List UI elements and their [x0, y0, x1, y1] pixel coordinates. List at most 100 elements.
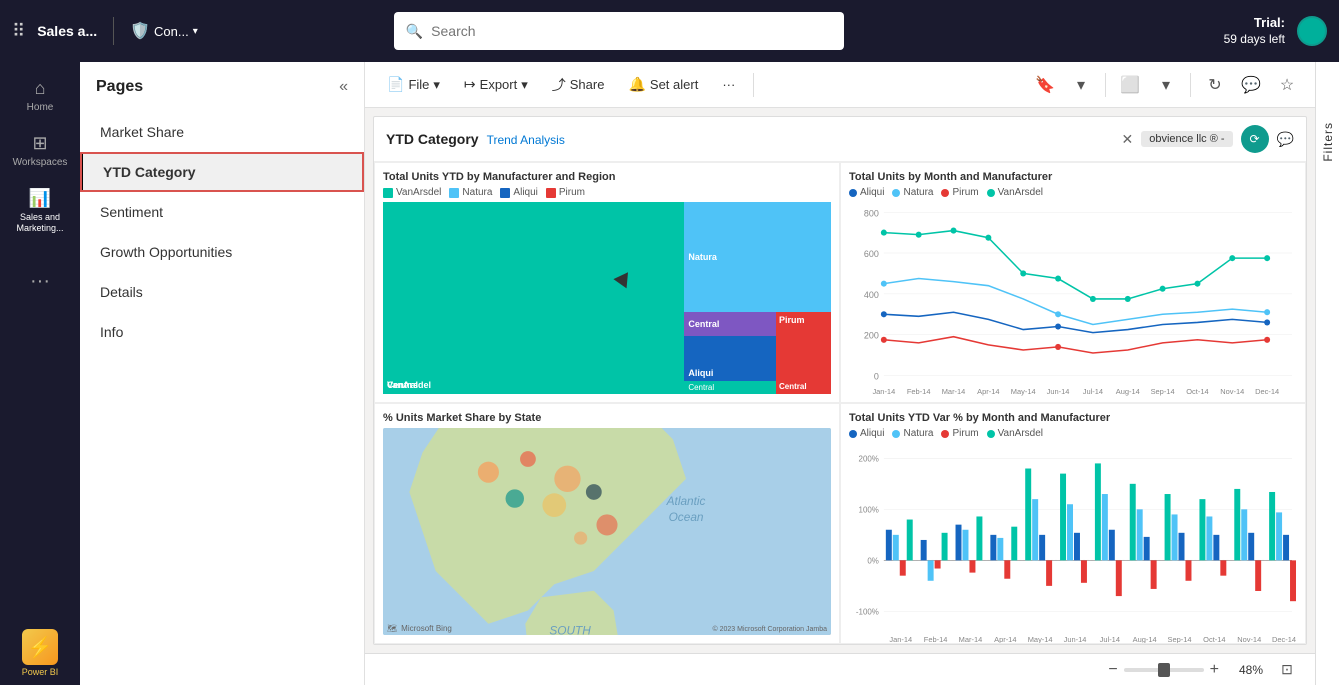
filters-label: Filters — [1321, 122, 1335, 162]
comment-icon[interactable]: 💬 — [1277, 131, 1294, 148]
zoom-in-button[interactable]: + — [1210, 661, 1219, 679]
bookmark-button[interactable]: 🔖 — [1029, 69, 1061, 101]
treemap-vanarsdel-segment[interactable]: VanArsdel Central — [383, 202, 684, 394]
line-chart[interactable]: 800 600 400 200 0 — [849, 202, 1297, 403]
page-item-details[interactable]: Details — [80, 272, 364, 312]
svg-text:Aug-14: Aug-14 — [1133, 635, 1157, 644]
file-label: File — [408, 77, 429, 92]
legend-color — [500, 188, 510, 198]
treemap-central-aliqui: Central Aliqui Central — [684, 312, 776, 394]
svg-text:800: 800 — [864, 208, 879, 218]
zoom-slider[interactable] — [1124, 668, 1204, 672]
treemap-aliqui-segment[interactable]: Aliqui — [684, 336, 776, 381]
refresh-button[interactable]: ↻ — [1199, 69, 1231, 101]
svg-text:Jan-14: Jan-14 — [889, 635, 912, 644]
map-chart[interactable]: Atlantic Ocean SOUTH AMERICA 🗺 Microsoft… — [383, 428, 831, 635]
more-items[interactable]: ··· — [30, 270, 50, 293]
legend-vanarsdel: VanArsdel — [987, 428, 1043, 439]
chat-button[interactable]: 💬 — [1235, 69, 1267, 101]
legend-label: Natura — [903, 187, 933, 198]
treemap-chart[interactable]: VanArsdel Central Natura Central — [383, 202, 831, 394]
legend-aliqui: Aliqui — [849, 187, 884, 198]
bar-chart-panel: Total Units YTD Var % by Month and Manuf… — [840, 403, 1306, 644]
left-nav: ⌂ Home ⊞ Workspaces 📊 Sales and Marketin… — [0, 62, 80, 685]
svg-text:Atlantic: Atlantic — [666, 494, 706, 508]
report-title-area: YTD Category Trend Analysis — [386, 131, 565, 147]
workspace-selector[interactable]: 🛡️ Con... ▾ — [130, 21, 198, 41]
svg-text:Oct-14: Oct-14 — [1186, 387, 1208, 396]
line-chart-title: Total Units by Month and Manufacturer — [849, 171, 1297, 183]
grid-icon[interactable]: ⠿ — [12, 21, 25, 42]
legend-color — [987, 189, 995, 197]
workspaces-icon: ⊞ — [32, 133, 47, 154]
filters-panel[interactable]: Filters — [1315, 62, 1339, 685]
close-icon[interactable]: ✕ — [1121, 131, 1133, 148]
legend-label: VanArsdel — [998, 428, 1043, 439]
sidebar-item-home[interactable]: ⌂ Home — [4, 70, 76, 121]
collapse-pages-icon[interactable]: « — [339, 78, 348, 96]
legend-aliqui: Aliqui — [500, 187, 537, 198]
legend-label: Aliqui — [860, 187, 884, 198]
svg-text:Aug-14: Aug-14 — [1116, 387, 1140, 396]
export-label: Export — [480, 77, 518, 92]
bar-chart-title: Total Units YTD Var % by Month and Manuf… — [849, 412, 1297, 424]
page-item-info[interactable]: Info — [80, 312, 364, 352]
set-alert-label: Set alert — [650, 77, 698, 92]
set-alert-button[interactable]: 🔔 Set alert — [618, 70, 708, 99]
more-button[interactable]: ··· — [712, 71, 745, 98]
aliqui-label: Aliqui — [688, 368, 713, 378]
bar-chart[interactable]: 200% 100% 0% -100% — [849, 443, 1297, 644]
app-name[interactable]: Sales a... — [37, 23, 97, 39]
zoom-fit-button[interactable]: ⊡ — [1271, 654, 1303, 685]
toolbar-separator — [753, 73, 754, 97]
treemap-pirum-segment[interactable]: Pirum Central — [776, 312, 831, 394]
brand-button[interactable]: ⟳ — [1241, 125, 1269, 153]
central-label-1: Central — [387, 380, 418, 390]
sidebar-item-workspaces[interactable]: ⊞ Workspaces — [4, 125, 76, 176]
bottom-bar: − + 48% ⊡ — [365, 653, 1315, 685]
export-icon: ↦ — [464, 76, 476, 93]
share-button[interactable]: ⤴ Share — [542, 69, 615, 101]
star-button[interactable]: ☆ — [1271, 69, 1303, 101]
treemap-central-segment[interactable]: Central — [684, 312, 776, 336]
svg-text:Jul-14: Jul-14 — [1100, 635, 1120, 644]
powerbi-label: Power BI — [22, 667, 59, 677]
avatar[interactable] — [1297, 16, 1327, 46]
svg-text:Nov-14: Nov-14 — [1237, 635, 1261, 644]
page-item-ytd-category[interactable]: YTD Category — [80, 152, 364, 192]
page-item-sentiment[interactable]: Sentiment — [80, 192, 364, 232]
legend-vanarsdel: VanArsdel — [383, 187, 441, 198]
legend-label: Aliqui — [513, 187, 537, 198]
report-canvas: YTD Category Trend Analysis ✕ obvience l… — [373, 116, 1307, 645]
map-credits: 🗺 Microsoft Bing — [387, 624, 452, 633]
svg-text:0%: 0% — [867, 556, 878, 565]
legend-aliqui: Aliqui — [849, 428, 884, 439]
share-icon: ⤴ — [552, 75, 566, 95]
more-icon: ··· — [722, 77, 735, 92]
chevron-down-icon[interactable]: ▾ — [1065, 69, 1097, 101]
svg-text:200: 200 — [864, 331, 879, 341]
search-input[interactable] — [431, 23, 832, 39]
svg-text:Sep-14: Sep-14 — [1151, 387, 1175, 396]
legend-label: Pirum — [952, 187, 978, 198]
page-item-market-share[interactable]: Market Share — [80, 112, 364, 152]
sidebar-item-label: Workspaces — [13, 157, 68, 168]
legend-color — [892, 189, 900, 197]
sidebar-item-sales[interactable]: 📊 Sales and Marketing... — [4, 180, 76, 242]
file-button[interactable]: 📄 File ▾ — [377, 70, 450, 99]
view-chevron-icon[interactable]: ▾ — [1150, 69, 1182, 101]
zoom-out-button[interactable]: − — [1108, 661, 1117, 679]
sep3 — [1190, 73, 1191, 97]
bell-icon: 🔔 — [628, 76, 645, 93]
powerbi-logo-area[interactable]: ⚡ Power BI — [22, 629, 59, 677]
search-bar[interactable]: 🔍 — [394, 12, 844, 50]
svg-text:Feb-14: Feb-14 — [907, 387, 931, 396]
page-item-growth-opportunities[interactable]: Growth Opportunities — [80, 232, 364, 272]
view-button[interactable]: ⬜ — [1114, 69, 1146, 101]
export-button[interactable]: ↦ Export ▾ — [454, 70, 538, 99]
zoom-thumb[interactable] — [1158, 663, 1170, 677]
treemap-natura-segment[interactable]: Natura — [684, 202, 831, 312]
legend-color — [849, 430, 857, 438]
sidebar-item-label: Home — [27, 102, 54, 113]
pages-panel: Pages « Market Share YTD Category Sentim… — [80, 62, 365, 685]
